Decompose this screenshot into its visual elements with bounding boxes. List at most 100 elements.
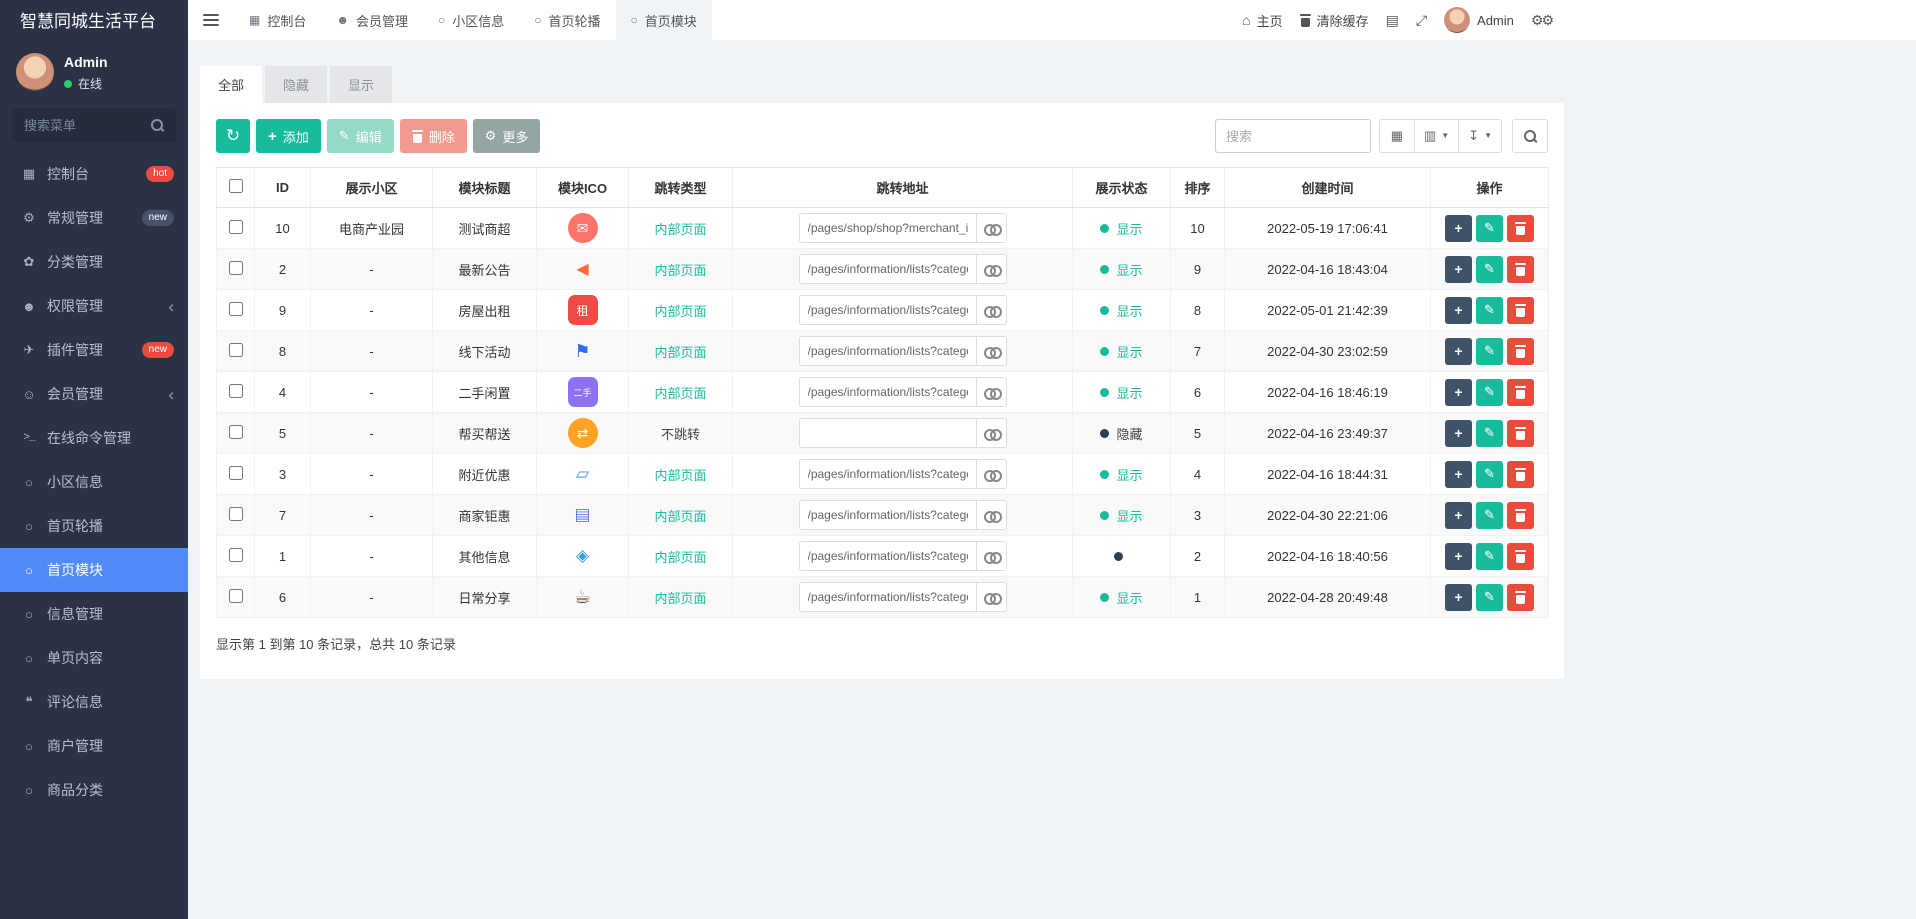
tab-首页轮播[interactable]: ○ 首页轮播: [519, 0, 615, 40]
filter-tab-全部[interactable]: 全部: [200, 66, 262, 103]
sidebar-item-评论信息[interactable]: ❝ 评论信息: [0, 680, 188, 724]
select-all-checkbox[interactable]: [229, 179, 243, 193]
dragsort-button[interactable]: +: [1445, 543, 1472, 570]
dragsort-button[interactable]: +: [1445, 215, 1472, 242]
home-link[interactable]: ⌂ 主页: [1242, 11, 1282, 30]
dragsort-button[interactable]: +: [1445, 420, 1472, 447]
row-checkbox[interactable]: [229, 589, 243, 603]
column-header-跳转类型[interactable]: 跳转类型: [629, 168, 733, 208]
jump-url-input[interactable]: [799, 541, 977, 571]
dragsort-button[interactable]: +: [1445, 502, 1472, 529]
column-header-展示小区[interactable]: 展示小区: [311, 168, 433, 208]
sidebar-item-分类管理[interactable]: ✿ 分类管理: [0, 240, 188, 284]
columns-button[interactable]: ▥▼: [1415, 119, 1459, 153]
sidebar-item-商品分类[interactable]: ○ 商品分类: [0, 768, 188, 812]
page-icon[interactable]: ▤: [1386, 12, 1399, 29]
delete-row-button[interactable]: [1507, 543, 1534, 570]
column-header-跳转地址[interactable]: 跳转地址: [733, 168, 1073, 208]
sidebar-item-信息管理[interactable]: ○ 信息管理: [0, 592, 188, 636]
refresh-button[interactable]: ↻: [216, 119, 250, 153]
column-header-模块标题[interactable]: 模块标题: [433, 168, 537, 208]
edit-row-button[interactable]: ✎: [1476, 543, 1503, 570]
sidebar-item-首页轮播[interactable]: ○ 首页轮播: [0, 504, 188, 548]
dragsort-button[interactable]: +: [1445, 297, 1472, 324]
edit-button[interactable]: ✎ 编辑: [327, 119, 394, 153]
filter-tab-显示[interactable]: 显示: [330, 66, 392, 103]
link-button[interactable]: [977, 336, 1007, 366]
column-header-排序[interactable]: 排序: [1171, 168, 1225, 208]
sidebar-item-会员管理[interactable]: ☺ 会员管理 ‹: [0, 372, 188, 416]
dragsort-button[interactable]: +: [1445, 338, 1472, 365]
row-checkbox[interactable]: [229, 507, 243, 521]
column-header-创建时间[interactable]: 创建时间: [1225, 168, 1431, 208]
link-button[interactable]: [977, 582, 1007, 612]
row-checkbox[interactable]: [229, 220, 243, 234]
jump-url-input[interactable]: [799, 295, 977, 325]
edit-row-button[interactable]: ✎: [1476, 297, 1503, 324]
sidebar-item-控制台[interactable]: ▦ 控制台 hot: [0, 152, 188, 196]
row-checkbox[interactable]: [229, 384, 243, 398]
clear-cache-link[interactable]: 清除缓存: [1300, 11, 1369, 30]
filter-tab-隐藏[interactable]: 隐藏: [265, 66, 327, 103]
tab-首页模块[interactable]: ○ 首页模块: [616, 0, 712, 40]
delete-row-button[interactable]: [1507, 420, 1534, 447]
table-search-input[interactable]: [1215, 119, 1371, 153]
dragsort-button[interactable]: +: [1445, 584, 1472, 611]
jump-url-input[interactable]: [799, 336, 977, 366]
jump-url-input[interactable]: [799, 377, 977, 407]
menu-toggle-icon[interactable]: [188, 0, 234, 40]
edit-row-button[interactable]: ✎: [1476, 215, 1503, 242]
link-button[interactable]: [977, 418, 1007, 448]
edit-row-button[interactable]: ✎: [1476, 379, 1503, 406]
jump-url-input[interactable]: [799, 582, 977, 612]
jump-url-input[interactable]: [799, 459, 977, 489]
delete-row-button[interactable]: [1507, 215, 1534, 242]
link-button[interactable]: [977, 500, 1007, 530]
add-button[interactable]: + 添加: [256, 119, 321, 153]
edit-row-button[interactable]: ✎: [1476, 420, 1503, 447]
link-button[interactable]: [977, 377, 1007, 407]
row-checkbox[interactable]: [229, 343, 243, 357]
fullscreen-icon[interactable]: ⤢: [1416, 12, 1427, 29]
link-button[interactable]: [977, 295, 1007, 325]
row-checkbox[interactable]: [229, 548, 243, 562]
jump-url-input[interactable]: [799, 213, 977, 243]
link-button[interactable]: [977, 254, 1007, 284]
link-button[interactable]: [977, 213, 1007, 243]
column-header-展示状态[interactable]: 展示状态: [1073, 168, 1171, 208]
jump-url-input[interactable]: [799, 418, 977, 448]
user-menu[interactable]: Admin: [1444, 7, 1514, 33]
sidebar-item-在线命令管理[interactable]: >_ 在线命令管理: [0, 416, 188, 460]
sidebar-item-常规管理[interactable]: ⚙ 常规管理 new: [0, 196, 188, 240]
delete-row-button[interactable]: [1507, 297, 1534, 324]
edit-row-button[interactable]: ✎: [1476, 256, 1503, 283]
edit-row-button[interactable]: ✎: [1476, 461, 1503, 488]
row-checkbox[interactable]: [229, 261, 243, 275]
sidebar-item-小区信息[interactable]: ○ 小区信息: [0, 460, 188, 504]
tab-小区信息[interactable]: ○ 小区信息: [423, 0, 519, 40]
row-checkbox[interactable]: [229, 425, 243, 439]
delete-row-button[interactable]: [1507, 338, 1534, 365]
edit-row-button[interactable]: ✎: [1476, 584, 1503, 611]
delete-row-button[interactable]: [1507, 584, 1534, 611]
search-toggle-button[interactable]: [1512, 119, 1548, 153]
edit-row-button[interactable]: ✎: [1476, 338, 1503, 365]
link-button[interactable]: [977, 459, 1007, 489]
delete-row-button[interactable]: [1507, 461, 1534, 488]
column-header-模块ICO[interactable]: 模块ICO: [537, 168, 629, 208]
edit-row-button[interactable]: ✎: [1476, 502, 1503, 529]
delete-row-button[interactable]: [1507, 502, 1534, 529]
settings-gears-icon[interactable]: ⚙⚙: [1531, 12, 1552, 29]
row-checkbox[interactable]: [229, 466, 243, 480]
tab-控制台[interactable]: ▦ 控制台: [234, 0, 321, 40]
sidebar-item-单页内容[interactable]: ○ 单页内容: [0, 636, 188, 680]
dragsort-button[interactable]: +: [1445, 461, 1472, 488]
more-button[interactable]: ⚙ 更多: [473, 119, 541, 153]
jump-url-input[interactable]: [799, 500, 977, 530]
jump-url-input[interactable]: [799, 254, 977, 284]
delete-row-button[interactable]: [1507, 256, 1534, 283]
dragsort-button[interactable]: +: [1445, 379, 1472, 406]
sidebar-item-权限管理[interactable]: ☻ 权限管理 ‹: [0, 284, 188, 328]
delete-row-button[interactable]: [1507, 379, 1534, 406]
sidebar-item-插件管理[interactable]: ✈ 插件管理 new: [0, 328, 188, 372]
